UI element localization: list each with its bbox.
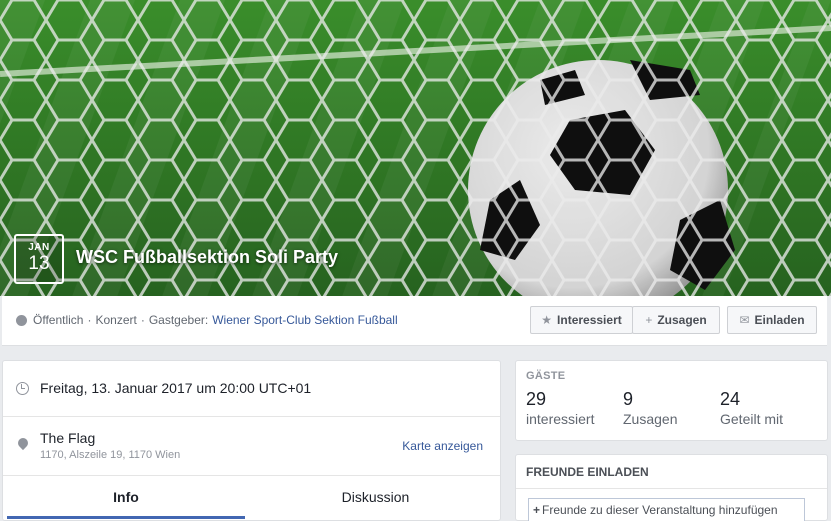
star-icon: ★ — [541, 313, 553, 327]
event-location-row: The Flag 1170, Alszeile 19, 1170 Wien Ka… — [3, 418, 500, 476]
stat-label: Geteilt mit — [720, 411, 784, 427]
host-link[interactable]: Wiener Sport-Club Sektion Fußball — [212, 313, 397, 327]
stat-number: 24 — [720, 389, 741, 409]
guests-heading: GÄSTE — [526, 370, 566, 382]
divider — [516, 488, 827, 489]
stat-label: Zusagen — [623, 411, 678, 427]
guest-stat-going[interactable]: 9 Zusagen — [623, 389, 677, 427]
host-label: Gastgeber: — [148, 313, 209, 327]
stat-label: interessiert — [526, 411, 595, 427]
event-datetime: Freitag, 13. Januar 2017 um 20:00 UTC+01 — [40, 380, 312, 396]
interested-label: Interessiert — [557, 313, 622, 327]
envelope-icon: ✉ — [739, 313, 750, 327]
event-tabs: Info Diskussion — [3, 477, 500, 521]
location-pin-icon — [15, 435, 31, 451]
event-info-bar: Öffentlich · Konzert · Gastgeber: Wiener… — [2, 296, 827, 346]
meta-separator: · — [140, 313, 145, 327]
globe-icon — [16, 314, 27, 326]
plus-icon: + — [533, 503, 541, 517]
invite-label: Einladen — [754, 313, 805, 327]
location-name[interactable]: The Flag — [40, 430, 95, 446]
plus-icon: + — [645, 313, 653, 327]
location-address: 1170, Alszeile 19, 1170 Wien — [40, 449, 181, 461]
tab-discussion[interactable]: Diskussion — [253, 477, 498, 517]
guests-card: GÄSTE 29 interessiert 9 Zusagen 24 Getei… — [515, 360, 828, 441]
date-day: 13 — [28, 253, 50, 274]
invite-button[interactable]: ✉ Einladen — [727, 306, 817, 334]
invite-friends-input[interactable]: + Freunde zu dieser Veranstaltung hinzuf… — [528, 498, 805, 521]
stat-number: 29 — [526, 389, 547, 409]
category-label: Konzert — [95, 313, 137, 327]
date-badge: JAN 13 — [14, 234, 64, 284]
guest-stat-shared[interactable]: 24 Geteilt mit — [720, 389, 783, 427]
date-month: JAN — [28, 242, 50, 253]
invite-friends-card: FREUNDE EINLADEN + Freunde zu dieser Ver… — [515, 454, 828, 521]
event-datetime-row: Freitag, 13. Januar 2017 um 20:00 UTC+01 — [3, 361, 500, 417]
stat-number: 9 — [623, 389, 634, 409]
event-details-card: Freitag, 13. Januar 2017 um 20:00 UTC+01… — [2, 360, 501, 521]
show-map-link[interactable]: Karte anzeigen — [402, 439, 483, 453]
event-title: WSC Fußballsektion Soli Party — [76, 247, 339, 267]
going-button[interactable]: + Zusagen — [632, 306, 720, 334]
privacy-label: Öffentlich — [33, 313, 84, 327]
invite-placeholder: Freunde zu dieser Veranstaltung hinzufüg… — [542, 503, 778, 517]
guest-stat-interested[interactable]: 29 interessiert — [526, 389, 594, 427]
event-meta: Öffentlich · Konzert · Gastgeber: Wiener… — [16, 313, 398, 327]
interested-button[interactable]: ★ Interessiert — [530, 306, 633, 334]
going-label: Zusagen — [657, 313, 707, 327]
cover-photo[interactable]: JAN 13 WSC Fußballsektion Soli Party — [0, 0, 831, 296]
meta-separator: · — [87, 313, 92, 327]
tab-info[interactable]: Info — [7, 477, 245, 519]
invite-friends-heading: FREUNDE EINLADEN — [526, 465, 649, 479]
clock-icon — [16, 382, 29, 395]
